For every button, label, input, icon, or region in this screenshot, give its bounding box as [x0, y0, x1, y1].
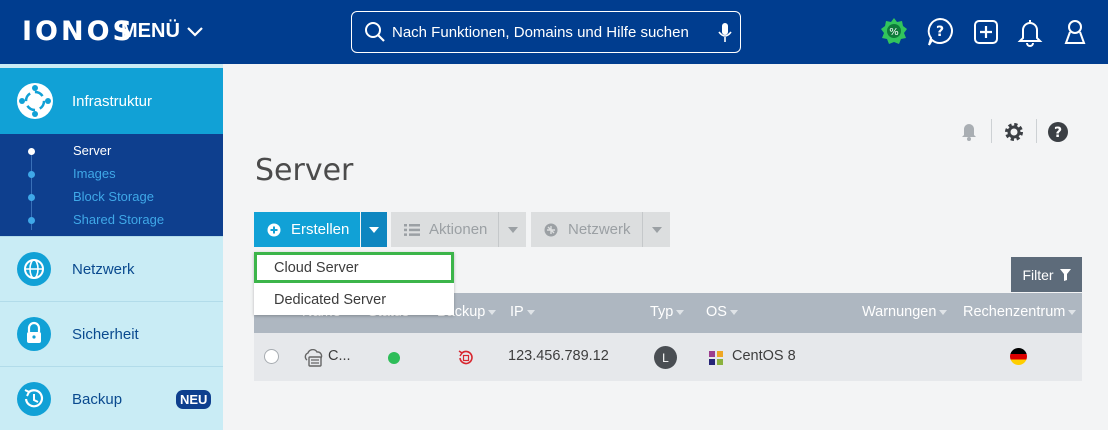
microphone-icon[interactable]	[718, 22, 732, 44]
column-label: Rechenzentrum	[963, 304, 1066, 320]
filter-icon	[1059, 268, 1071, 281]
lock-icon	[17, 317, 51, 351]
centos-icon	[708, 350, 724, 366]
menu-button[interactable]: MENÜ	[121, 20, 204, 43]
submenu-item-shared-storage[interactable]: Shared Storage	[73, 212, 164, 227]
submenu-dot	[28, 171, 35, 178]
sidebar-item-infrastruktur[interactable]: Infrastruktur	[0, 68, 223, 146]
sort-caret-icon	[676, 309, 685, 315]
network-icon	[544, 223, 558, 236]
sidebar-item-backup[interactable]: Backup NEU	[0, 366, 223, 430]
search-icon	[365, 22, 385, 42]
sort-caret-icon	[939, 309, 948, 315]
filter-button-label: Filter	[1022, 266, 1054, 283]
sidebar-item-label: Infrastruktur	[72, 92, 153, 110]
network-dropdown-toggle[interactable]	[642, 212, 670, 247]
actions-button-label: Aktionen	[429, 221, 488, 238]
sidebar-item-label: Netzwerk	[72, 260, 135, 278]
table-row[interactable]: C... 123.456.789.12 L CentOS 8	[254, 333, 1082, 381]
help-icon[interactable]: ?	[1047, 121, 1069, 143]
submenu-dot	[28, 217, 35, 224]
column-header-ip[interactable]: IP	[510, 304, 535, 320]
list-icon	[404, 223, 420, 236]
sidebar-item-netzwerk[interactable]: Netzwerk	[0, 236, 223, 301]
create-button[interactable]: Erstellen	[254, 212, 360, 247]
sidebar-submenu: Server Images Block Storage Shared Stora…	[0, 134, 223, 236]
sidebar-item-label: Sicherheit	[72, 325, 139, 343]
create-button-label: Erstellen	[291, 221, 350, 238]
divider	[991, 119, 992, 143]
network-button[interactable]: Netzwerk	[531, 212, 642, 247]
submenu-dot	[28, 148, 35, 155]
page-title: Server	[255, 153, 354, 188]
server-type-badge: L	[654, 346, 677, 369]
svg-text:?: ?	[936, 24, 944, 40]
divider	[1036, 119, 1037, 143]
sidebar-item-label: Backup	[72, 390, 123, 408]
plus-circle-icon	[267, 223, 281, 236]
create-dropdown-toggle[interactable]	[361, 212, 387, 247]
backup-status-icon[interactable]	[457, 349, 475, 367]
filter-button[interactable]: Filter	[1011, 257, 1082, 292]
sort-caret-icon	[488, 309, 497, 315]
bell-icon[interactable]	[1016, 17, 1044, 47]
caret-down-icon	[507, 226, 518, 233]
user-icon[interactable]	[1061, 17, 1089, 47]
column-header-warnungen[interactable]: Warnungen	[862, 304, 948, 320]
submenu-item-block-storage[interactable]: Block Storage	[73, 189, 154, 204]
top-bar: IONOS MENÜ % ?	[0, 0, 1108, 64]
column-label: OS	[706, 304, 727, 320]
sort-caret-icon	[729, 309, 738, 315]
search-input[interactable]	[392, 23, 712, 41]
caret-down-icon	[651, 226, 662, 233]
column-header-rechenzentrum[interactable]: Rechenzentrum	[963, 304, 1077, 320]
column-label: IP	[510, 304, 524, 320]
create-dropdown-menu: Cloud Server Dedicated Server	[254, 252, 454, 315]
sort-caret-icon	[526, 309, 535, 315]
new-badge: NEU	[176, 389, 212, 409]
svg-text:%: %	[889, 27, 899, 38]
help-icon[interactable]: ?	[926, 17, 954, 47]
ionos-logo[interactable]: IONOS	[22, 16, 135, 47]
gear-icon[interactable]	[1003, 121, 1025, 143]
promo-badge-icon[interactable]: %	[880, 17, 908, 47]
status-online-indicator	[388, 352, 400, 364]
submenu-item-server[interactable]: Server	[73, 143, 111, 158]
server-name[interactable]: C...	[328, 348, 351, 364]
column-header-typ[interactable]: Typ	[650, 304, 685, 320]
search-box[interactable]	[351, 11, 741, 53]
actions-dropdown-toggle[interactable]	[498, 212, 526, 247]
menu-label: MENÜ	[121, 20, 180, 42]
svg-text:?: ?	[1054, 125, 1062, 141]
cloud-server-icon	[304, 349, 323, 367]
server-ip: 123.456.789.12	[508, 348, 609, 364]
network-icon	[17, 252, 51, 286]
backup-icon	[17, 382, 51, 416]
caret-down-icon	[369, 226, 379, 233]
sidebar: Infrastruktur Server Images Block Storag…	[0, 64, 223, 430]
chevron-down-icon	[187, 26, 203, 37]
add-icon[interactable]	[972, 17, 1000, 47]
column-label: Typ	[650, 304, 674, 320]
column-header-os[interactable]: OS	[706, 304, 738, 320]
de-flag-icon	[1010, 348, 1027, 365]
row-select-radio[interactable]	[264, 349, 279, 364]
submenu-dot	[28, 194, 35, 201]
column-label: Warnungen	[862, 304, 937, 320]
actions-button[interactable]: Aktionen	[391, 212, 498, 247]
network-button-label: Netzwerk	[568, 221, 631, 238]
menu-item-cloud-server[interactable]: Cloud Server	[254, 252, 454, 283]
infrastructure-icon	[17, 83, 53, 119]
sort-caret-icon	[1068, 309, 1077, 315]
submenu-item-images[interactable]: Images	[73, 166, 116, 181]
server-os: CentOS 8	[732, 348, 796, 364]
menu-item-dedicated-server[interactable]: Dedicated Server	[254, 284, 454, 315]
sidebar-item-sicherheit[interactable]: Sicherheit	[0, 301, 223, 366]
bell-icon[interactable]	[960, 121, 978, 141]
